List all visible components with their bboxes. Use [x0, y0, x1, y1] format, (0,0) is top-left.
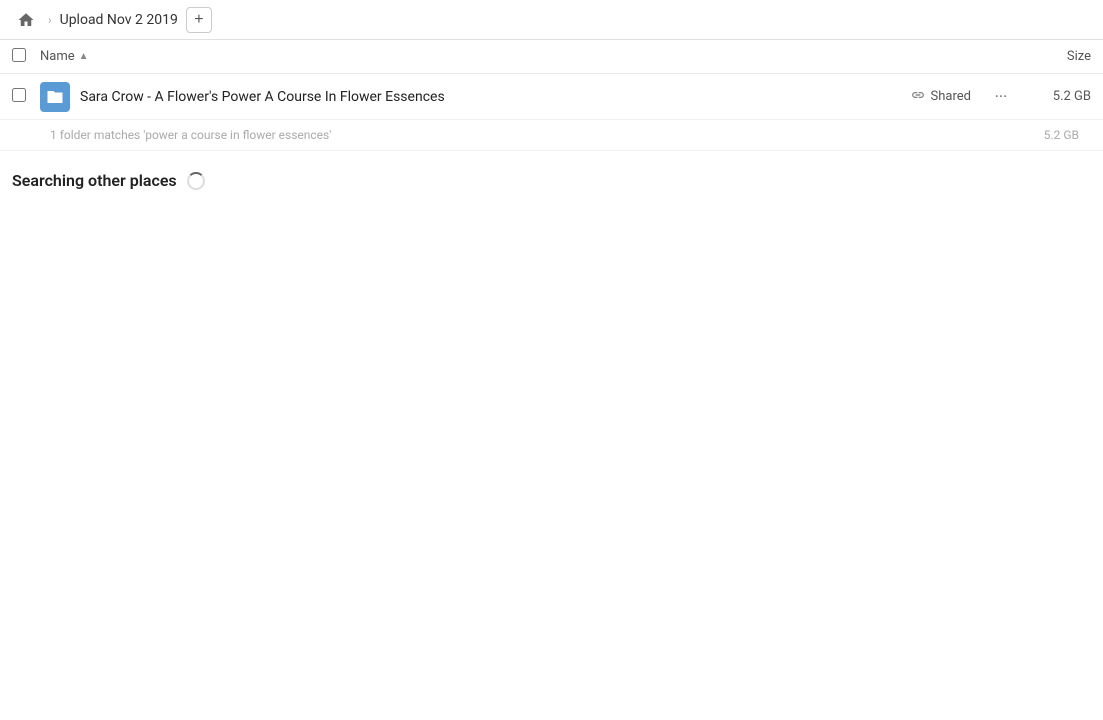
- file-folder-icon: [40, 82, 70, 112]
- select-all-checkbox[interactable]: [12, 48, 26, 62]
- file-row[interactable]: Sara Crow - A Flower's Power A Course In…: [0, 74, 1103, 120]
- name-column-label: Name: [40, 49, 75, 64]
- breadcrumb-separator: ›: [48, 13, 52, 27]
- name-column-header[interactable]: Name ▲: [40, 49, 1011, 64]
- file-size: 5.2 GB: [1031, 89, 1091, 104]
- breadcrumb-title: Upload Nov 2 2019: [60, 12, 178, 28]
- more-options-button[interactable]: ···: [987, 83, 1015, 111]
- searching-label: Searching other places: [12, 171, 177, 190]
- match-summary-text: 1 folder matches 'power a course in flow…: [50, 128, 331, 142]
- header-bar: › Upload Nov 2 2019 +: [0, 0, 1103, 40]
- match-summary-row: 1 folder matches 'power a course in flow…: [0, 120, 1103, 151]
- loading-spinner: [187, 172, 205, 190]
- sort-arrow-icon: ▲: [79, 51, 89, 62]
- home-button[interactable]: [12, 6, 40, 34]
- link-icon: [911, 88, 925, 106]
- add-button[interactable]: +: [186, 7, 212, 33]
- shared-label: Shared: [931, 89, 971, 104]
- ellipsis-icon: ···: [995, 87, 1008, 106]
- file-name: Sara Crow - A Flower's Power A Course In…: [80, 89, 911, 105]
- row-checkbox-area: [12, 88, 40, 106]
- shared-area: Shared: [911, 88, 971, 106]
- row-checkbox[interactable]: [12, 88, 26, 102]
- match-summary-size: 5.2 GB: [1044, 128, 1091, 142]
- column-headers: Name ▲ Size: [0, 40, 1103, 74]
- size-column-header: Size: [1011, 49, 1091, 64]
- searching-section: Searching other places: [0, 151, 1103, 210]
- header-checkbox-area: [12, 48, 40, 66]
